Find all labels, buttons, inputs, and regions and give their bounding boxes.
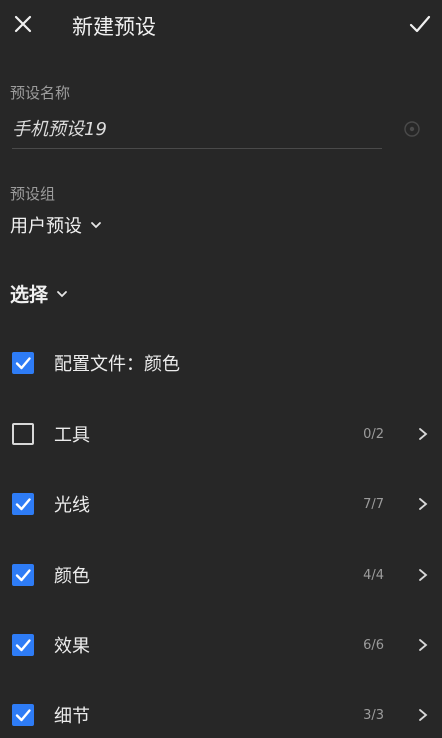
- preset-group-dropdown[interactable]: 用户预设: [10, 212, 102, 238]
- preset-name-input[interactable]: [12, 112, 382, 149]
- setting-count: 0/2: [363, 426, 384, 442]
- setting-count: 6/6: [363, 637, 384, 653]
- chevron-down-icon: [91, 222, 101, 229]
- setting-label: 光线: [54, 495, 90, 516]
- preset-name-label: 预设名称: [10, 84, 71, 102]
- chevron-right-icon[interactable]: [416, 568, 430, 582]
- chevron-right-icon[interactable]: [416, 427, 430, 441]
- check-icon: [15, 498, 31, 511]
- select-dropdown[interactable]: 选择: [10, 280, 68, 307]
- check-icon: [15, 357, 31, 370]
- check-icon: [15, 709, 31, 722]
- setting-row[interactable]: 效果 6/6: [0, 622, 442, 668]
- check-icon: [15, 569, 31, 582]
- preset-group-label: 预设组: [10, 185, 56, 203]
- close-icon[interactable]: [10, 11, 36, 37]
- setting-row[interactable]: 光线 7/7: [0, 481, 442, 527]
- check-icon: [15, 639, 31, 652]
- checkbox[interactable]: [12, 704, 34, 726]
- setting-label: 效果: [54, 636, 90, 657]
- page-title: 新建预设: [72, 15, 156, 39]
- checkbox[interactable]: [12, 564, 34, 586]
- setting-row[interactable]: 颜色 4/4: [0, 552, 442, 598]
- setting-label: 颜色: [54, 566, 90, 587]
- setting-row[interactable]: 细节 3/3: [0, 692, 442, 738]
- setting-count: 7/7: [363, 496, 384, 512]
- chevron-down-icon: [57, 290, 67, 297]
- chevron-right-icon[interactable]: [416, 638, 430, 652]
- top-bar: 新建预设: [0, 0, 442, 50]
- checkbox[interactable]: [12, 634, 34, 656]
- setting-count: 4/4: [363, 567, 384, 583]
- preset-group-value: 用户预设: [10, 216, 82, 237]
- setting-label: 细节: [54, 706, 90, 727]
- setting-row[interactable]: 配置文件：颜色: [0, 340, 442, 386]
- setting-label: 工具: [54, 425, 90, 446]
- checkbox[interactable]: [12, 493, 34, 515]
- setting-count: 3/3: [363, 707, 384, 723]
- checkmark-icon[interactable]: [408, 12, 432, 36]
- setting-row[interactable]: 工具 0/2: [0, 411, 442, 457]
- chevron-right-icon[interactable]: [416, 497, 430, 511]
- setting-label: 配置文件：颜色: [54, 354, 180, 375]
- clear-icon[interactable]: [403, 120, 421, 138]
- select-label: 选择: [10, 284, 49, 306]
- checkbox[interactable]: [12, 352, 34, 374]
- checkbox[interactable]: [12, 423, 34, 445]
